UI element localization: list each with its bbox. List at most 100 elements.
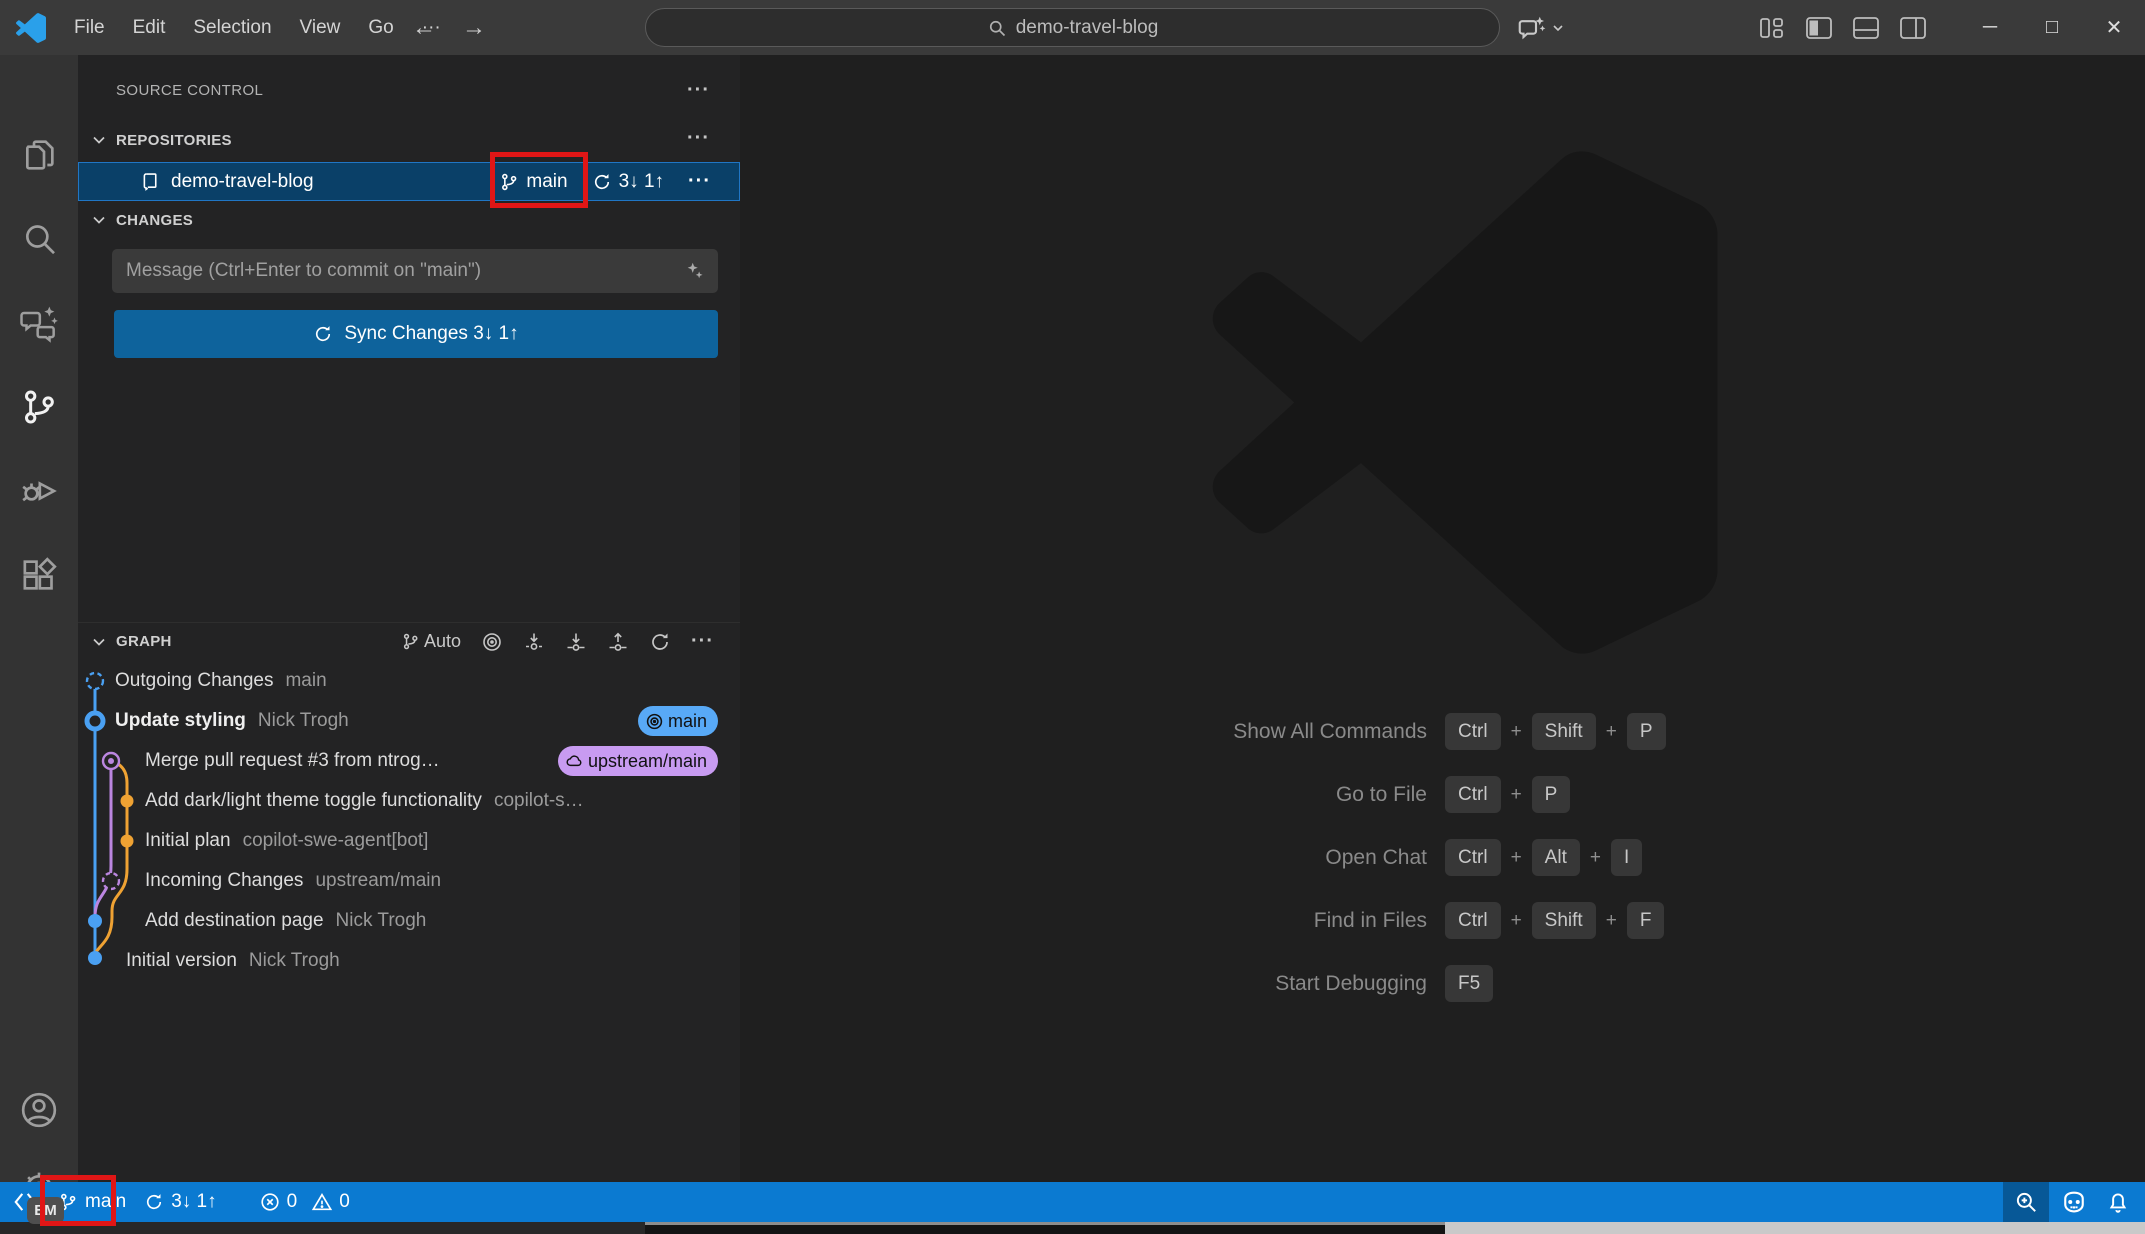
statusbar-sync[interactable]: 3↓ 1↑ xyxy=(144,1191,216,1213)
repositories-more-actions[interactable]: ··· xyxy=(687,127,710,150)
toggle-panel-icon[interactable] xyxy=(1851,15,1881,41)
accounts-icon[interactable] xyxy=(19,1090,59,1130)
target-icon[interactable] xyxy=(481,631,503,653)
search-sidebar-icon[interactable] xyxy=(19,219,59,259)
source-control-more-actions[interactable]: ··· xyxy=(687,79,710,102)
graph-row-initial-plan[interactable]: Initial plan copilot-swe-agent[bot] xyxy=(78,821,740,861)
activity-bar: EM xyxy=(0,55,78,1182)
keycap: Shift xyxy=(1532,713,1596,750)
statusbar-warnings[interactable]: 0 xyxy=(311,1191,350,1213)
toggle-primary-sidebar-icon[interactable] xyxy=(1804,15,1834,41)
vscode-watermark-logo xyxy=(1205,150,1725,655)
shortcut-row: Open Chat Ctrl+Alt+I xyxy=(900,826,1700,889)
editor-area: Show All Commands Ctrl+Shift+P Go to Fil… xyxy=(740,55,2145,1182)
keycap: F xyxy=(1627,902,1665,939)
vscode-window: File Edit Selection View Go ··· ← → demo… xyxy=(0,0,2145,1234)
menu-file[interactable]: File xyxy=(60,0,119,55)
keycap: Ctrl xyxy=(1445,776,1501,813)
graph-row-outgoing[interactable]: Outgoing Changes main xyxy=(78,661,740,701)
branch-badge-main[interactable]: main xyxy=(638,706,718,736)
graph-ref-picker[interactable]: Auto xyxy=(401,631,461,652)
chat-copilot-icon[interactable] xyxy=(19,303,59,343)
menu-selection[interactable]: Selection xyxy=(179,0,285,55)
graph-auto-label: Auto xyxy=(424,631,461,652)
close-button[interactable]: ✕ xyxy=(2083,0,2145,55)
keycap: P xyxy=(1627,713,1666,750)
repository-more-actions[interactable]: ··· xyxy=(688,170,711,193)
command-center-search[interactable]: demo-travel-blog xyxy=(645,8,1500,47)
commit-message: Incoming Changes xyxy=(145,870,303,892)
copilot-chat-icon xyxy=(1516,13,1546,43)
chevron-down-icon xyxy=(91,634,107,650)
graph-row-merge-pr[interactable]: Merge pull request #3 from ntrog… upstre… xyxy=(78,741,740,781)
shortcut-label: Start Debugging xyxy=(900,972,1427,996)
copilot-menu[interactable] xyxy=(1516,0,1565,55)
source-control-icon[interactable] xyxy=(19,387,59,427)
menu-view[interactable]: View xyxy=(286,0,355,55)
commit-graph-list: Outgoing Changes main Update styling Nic… xyxy=(78,661,740,981)
customize-layout-icon[interactable] xyxy=(1757,15,1787,41)
fetch-icon[interactable] xyxy=(523,631,545,653)
keycap: F5 xyxy=(1445,965,1493,1002)
sync-changes-button[interactable]: Sync Changes 3↓ 1↑ xyxy=(114,310,718,358)
forward-arrow-icon[interactable]: → xyxy=(462,14,486,42)
commit-message: Initial plan xyxy=(145,830,231,852)
commit-message-input[interactable] xyxy=(112,249,718,293)
graph-row-initial-version[interactable]: Initial version Nick Trogh xyxy=(78,941,740,981)
repositories-label: REPOSITORIES xyxy=(116,132,232,149)
back-arrow-icon[interactable]: ← xyxy=(412,14,436,42)
copilot-status-icon[interactable] xyxy=(2059,1187,2089,1217)
title-bar: File Edit Selection View Go ··· ← → demo… xyxy=(0,0,2145,55)
changes-section-header[interactable]: CHANGES xyxy=(78,205,740,235)
explorer-icon[interactable] xyxy=(19,135,59,175)
chevron-down-icon xyxy=(91,132,107,148)
toggle-secondary-sidebar-icon[interactable] xyxy=(1898,15,1928,41)
shortcut-label: Show All Commands xyxy=(900,720,1427,744)
repository-sync-status[interactable]: 3↓ 1↑ xyxy=(592,171,664,193)
extensions-icon[interactable] xyxy=(19,555,59,595)
graph-row-theme-toggle[interactable]: Add dark/light theme toggle functionalit… xyxy=(78,781,740,821)
commit-message: Add destination page xyxy=(145,910,324,932)
warning-count: 0 xyxy=(339,1191,350,1213)
error-icon xyxy=(259,1191,281,1213)
keycap: Alt xyxy=(1532,839,1580,876)
notifications-bell-icon[interactable] xyxy=(2105,1189,2131,1215)
sync-icon xyxy=(313,324,333,344)
maximize-button[interactable]: □ xyxy=(2021,0,2083,55)
cloud-icon xyxy=(565,752,584,771)
statusbar-errors[interactable]: 0 xyxy=(259,1191,298,1213)
repository-row[interactable]: demo-travel-blog main 3↓ 1↑ ··· xyxy=(78,162,740,201)
shortcut-row: Show All Commands Ctrl+Shift+P xyxy=(900,700,1700,763)
generate-commit-message-sparkle-icon[interactable] xyxy=(684,260,706,282)
menu-edit[interactable]: Edit xyxy=(119,0,180,55)
pull-icon[interactable] xyxy=(565,631,587,653)
graph-toolbar: Auto ··· xyxy=(401,630,714,653)
graph-row-destination-page[interactable]: Add destination page Nick Trogh xyxy=(78,901,740,941)
target-icon xyxy=(645,712,664,731)
status-bar: main 3↓ 1↑ 0 0 xyxy=(0,1182,2145,1222)
repositories-section-header[interactable]: REPOSITORIES ··· xyxy=(78,125,740,155)
bottom-strip-right xyxy=(1445,1222,2145,1234)
branch-badge-upstream-main[interactable]: upstream/main xyxy=(558,746,718,776)
shortcut-row: Start Debugging F5 xyxy=(900,952,1700,1015)
keycap: Ctrl xyxy=(1445,902,1501,939)
graph-row-update-styling[interactable]: Update styling Nick Trogh main xyxy=(78,701,740,741)
keycap: I xyxy=(1611,839,1642,876)
minimize-button[interactable]: ─ xyxy=(1959,0,2021,55)
statusbar-zoom-button[interactable] xyxy=(2003,1182,2049,1222)
keycap: P xyxy=(1532,776,1571,813)
keycap: Ctrl xyxy=(1445,713,1501,750)
keycap: Ctrl xyxy=(1445,839,1501,876)
graph-row-incoming[interactable]: Incoming Changes upstream/main xyxy=(78,861,740,901)
window-controls: ─ □ ✕ xyxy=(1959,0,2145,55)
warning-icon xyxy=(311,1191,333,1213)
commit-desc: upstream/main xyxy=(315,870,441,892)
keycap: Shift xyxy=(1532,902,1596,939)
commit-message-box xyxy=(112,249,718,293)
refresh-icon[interactable] xyxy=(649,631,671,653)
graph-section-header[interactable]: GRAPH Auto xyxy=(78,622,740,660)
menu-go[interactable]: Go xyxy=(354,0,407,55)
push-icon[interactable] xyxy=(607,631,629,653)
run-and-debug-icon[interactable] xyxy=(19,471,59,511)
graph-more-actions[interactable]: ··· xyxy=(691,630,714,653)
